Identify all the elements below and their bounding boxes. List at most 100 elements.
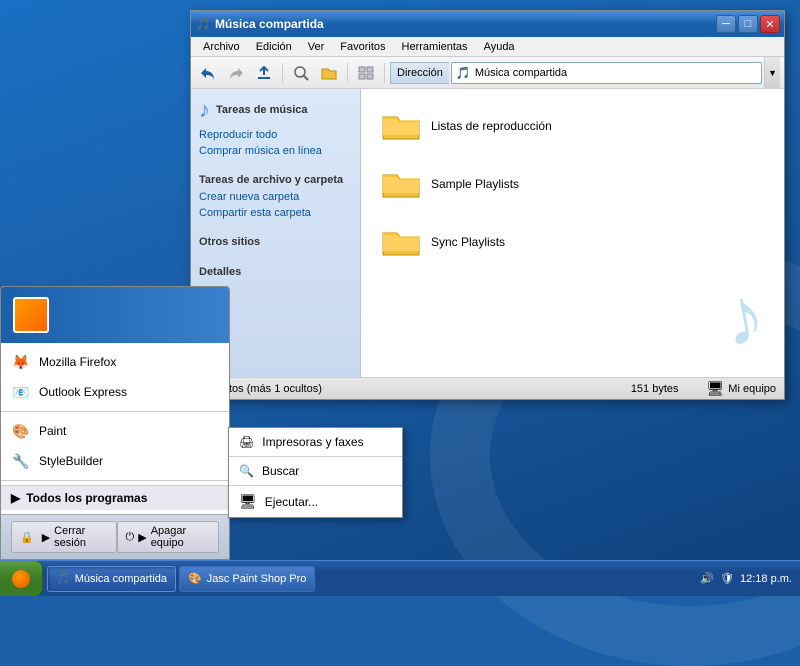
cerrar-sesion-label: Cerrar sesión: [54, 525, 107, 549]
buy-music-link[interactable]: Comprar música en línea: [199, 143, 352, 159]
file-tasks-section: Tareas de archivo y carpeta Crear nueva …: [199, 171, 352, 221]
folder-sample[interactable]: Sample Playlists: [377, 163, 768, 205]
computer-icon: 🖥: [707, 380, 725, 397]
content-area: ♪ Tareas de música Reproducir todo Compr…: [191, 89, 784, 377]
taskbar-musica[interactable]: 🎵 Música compartida: [47, 566, 176, 592]
search-button[interactable]: [288, 60, 314, 86]
start-stylebuilder[interactable]: 🔧 StyleBuilder: [1, 446, 229, 476]
start-orb: [12, 570, 30, 588]
paint-label: Paint: [39, 424, 66, 438]
arrow-logout-icon: ▶: [42, 531, 50, 544]
window-controls: ─ □ ✕: [716, 15, 780, 33]
taskbar: 🎵 Música compartida 🎨 Jasc Paint Shop Pr…: [0, 560, 800, 596]
start-outlook[interactable]: 📧 Outlook Express: [1, 377, 229, 407]
firefox-label: Mozilla Firefox: [39, 355, 116, 369]
start-firefox[interactable]: 🦊 Mozilla Firefox: [1, 347, 229, 377]
window-title: Música compartida: [215, 17, 712, 31]
other-sites-section: Otros sitios: [199, 233, 352, 251]
all-programs-label: Todos los programas: [26, 491, 147, 505]
antivirus-icon: 🛡: [720, 572, 734, 585]
popup-printers[interactable]: 🖨 Impresoras y faxes: [229, 431, 402, 453]
folder-sample-label: Sample Playlists: [431, 177, 519, 191]
folders-button[interactable]: [316, 60, 342, 86]
paint-icon: 🎨: [11, 421, 31, 441]
address-label: Dirección: [390, 62, 449, 84]
menu-separator: [1, 411, 229, 412]
logout-button[interactable]: 🔒 ▶ Cerrar sesión: [11, 521, 117, 553]
status-location: 🖥 Mi equipo: [707, 380, 776, 397]
run-icon: 🖥: [239, 493, 257, 510]
start-paint[interactable]: 🎨 Paint: [1, 416, 229, 446]
music-note-icon: ♪: [199, 97, 210, 123]
firefox-icon: 🦊: [11, 352, 31, 372]
all-programs[interactable]: ▶ Todos los programas: [1, 485, 229, 510]
play-all-link[interactable]: Reproducir todo: [199, 127, 352, 143]
minimize-button[interactable]: ─: [716, 15, 736, 33]
shutdown-button[interactable]: ⏻ ▶ Apagar equipo: [117, 521, 219, 553]
popup-run-label: Ejecutar...: [265, 495, 318, 509]
menu-favoritos[interactable]: Favoritos: [332, 39, 393, 55]
share-folder-link[interactable]: Compartir esta carpeta: [199, 205, 352, 221]
menu-ayuda[interactable]: Ayuda: [476, 39, 523, 55]
status-bar: 3 objetos (más 1 ocultos) 151 bytes 🖥 Mi…: [191, 377, 784, 399]
popup-menu: 🖨 Impresoras y faxes 🔍 Buscar 🖥 Ejecutar…: [228, 427, 403, 518]
popup-search[interactable]: 🔍 Buscar: [229, 460, 402, 482]
outlook-label: Outlook Express: [39, 385, 127, 399]
printer-icon: 🖨: [239, 435, 254, 449]
music-watermark: ♪: [717, 274, 770, 360]
menu-archivo[interactable]: Archivo: [195, 39, 248, 55]
apagar-label: Apagar equipo: [151, 525, 210, 549]
status-size: 151 bytes: [611, 383, 699, 395]
popup-separator-2: [229, 485, 402, 486]
address-bar[interactable]: 🎵 Música compartida: [451, 62, 762, 84]
folder-sync[interactable]: Sync Playlists: [377, 221, 768, 263]
menu-separator-2: [1, 480, 229, 481]
menu-herramientas[interactable]: Herramientas: [394, 39, 476, 55]
arrow-right-icon: ▶: [11, 491, 20, 505]
arrow-shutdown-icon: ▶: [138, 531, 146, 544]
details-header: Detalles: [199, 263, 352, 281]
window-icon: 🎵: [195, 16, 211, 32]
taskbar-musica-icon: 🎵: [56, 572, 70, 585]
popup-run[interactable]: 🖥 Ejecutar...: [229, 489, 402, 514]
start-button[interactable]: [0, 561, 43, 596]
menu-bar: Archivo Edición Ver Favoritos Herramient…: [191, 37, 784, 57]
popup-separator-1: [229, 456, 402, 457]
taskbar-paint-icon: 🎨: [188, 572, 202, 585]
music-tasks-section: ♪ Tareas de música Reproducir todo Compr…: [199, 97, 352, 159]
address-value: Música compartida: [475, 67, 757, 79]
address-dropdown[interactable]: ▼: [764, 57, 780, 88]
new-folder-link[interactable]: Crear nueva carpeta: [199, 189, 352, 205]
menu-ver[interactable]: Ver: [300, 39, 333, 55]
status-objects: 3 objetos (más 1 ocultos): [199, 383, 603, 395]
back-button[interactable]: [195, 60, 221, 86]
close-button[interactable]: ✕: [760, 15, 780, 33]
music-tasks-header: Tareas de música: [216, 101, 308, 119]
maximize-button[interactable]: □: [738, 15, 758, 33]
folder-sync-label: Sync Playlists: [431, 235, 505, 249]
titlebar: 🎵 Música compartida ─ □ ✕: [191, 11, 784, 37]
start-menu-header: [1, 287, 229, 343]
user-avatar: [13, 297, 49, 333]
folder-icon-listas: [381, 109, 421, 143]
desktop: 🎵 Música compartida ─ □ ✕ Archivo Edició…: [0, 0, 800, 596]
file-tasks-header: Tareas de archivo y carpeta: [199, 171, 352, 189]
toolbar-separator-2: [347, 63, 348, 83]
taskbar-paint[interactable]: 🎨 Jasc Paint Shop Pro: [179, 566, 315, 592]
status-location-text: Mi equipo: [728, 383, 776, 395]
volume-icon[interactable]: 🔊: [700, 572, 714, 585]
toolbar-separator-3: [384, 63, 385, 83]
taskbar-right: 🔊 🛡 12:18 p.m.: [692, 572, 800, 585]
other-sites-header: Otros sitios: [199, 233, 352, 251]
folder-icon-sync: [381, 225, 421, 259]
explorer-window: 🎵 Música compartida ─ □ ✕ Archivo Edició…: [190, 10, 785, 400]
views-button[interactable]: [353, 60, 379, 86]
details-section: Detalles: [199, 263, 352, 281]
folder-listas[interactable]: Listas de reproducción: [377, 105, 768, 147]
stylebuilder-icon: 🔧: [11, 451, 31, 471]
forward-button[interactable]: [223, 60, 249, 86]
menu-edicion[interactable]: Edición: [248, 39, 300, 55]
popup-printers-label: Impresoras y faxes: [262, 435, 363, 449]
taskbar-tasks: 🎵 Música compartida 🎨 Jasc Paint Shop Pr…: [43, 561, 692, 596]
up-button[interactable]: [251, 60, 277, 86]
